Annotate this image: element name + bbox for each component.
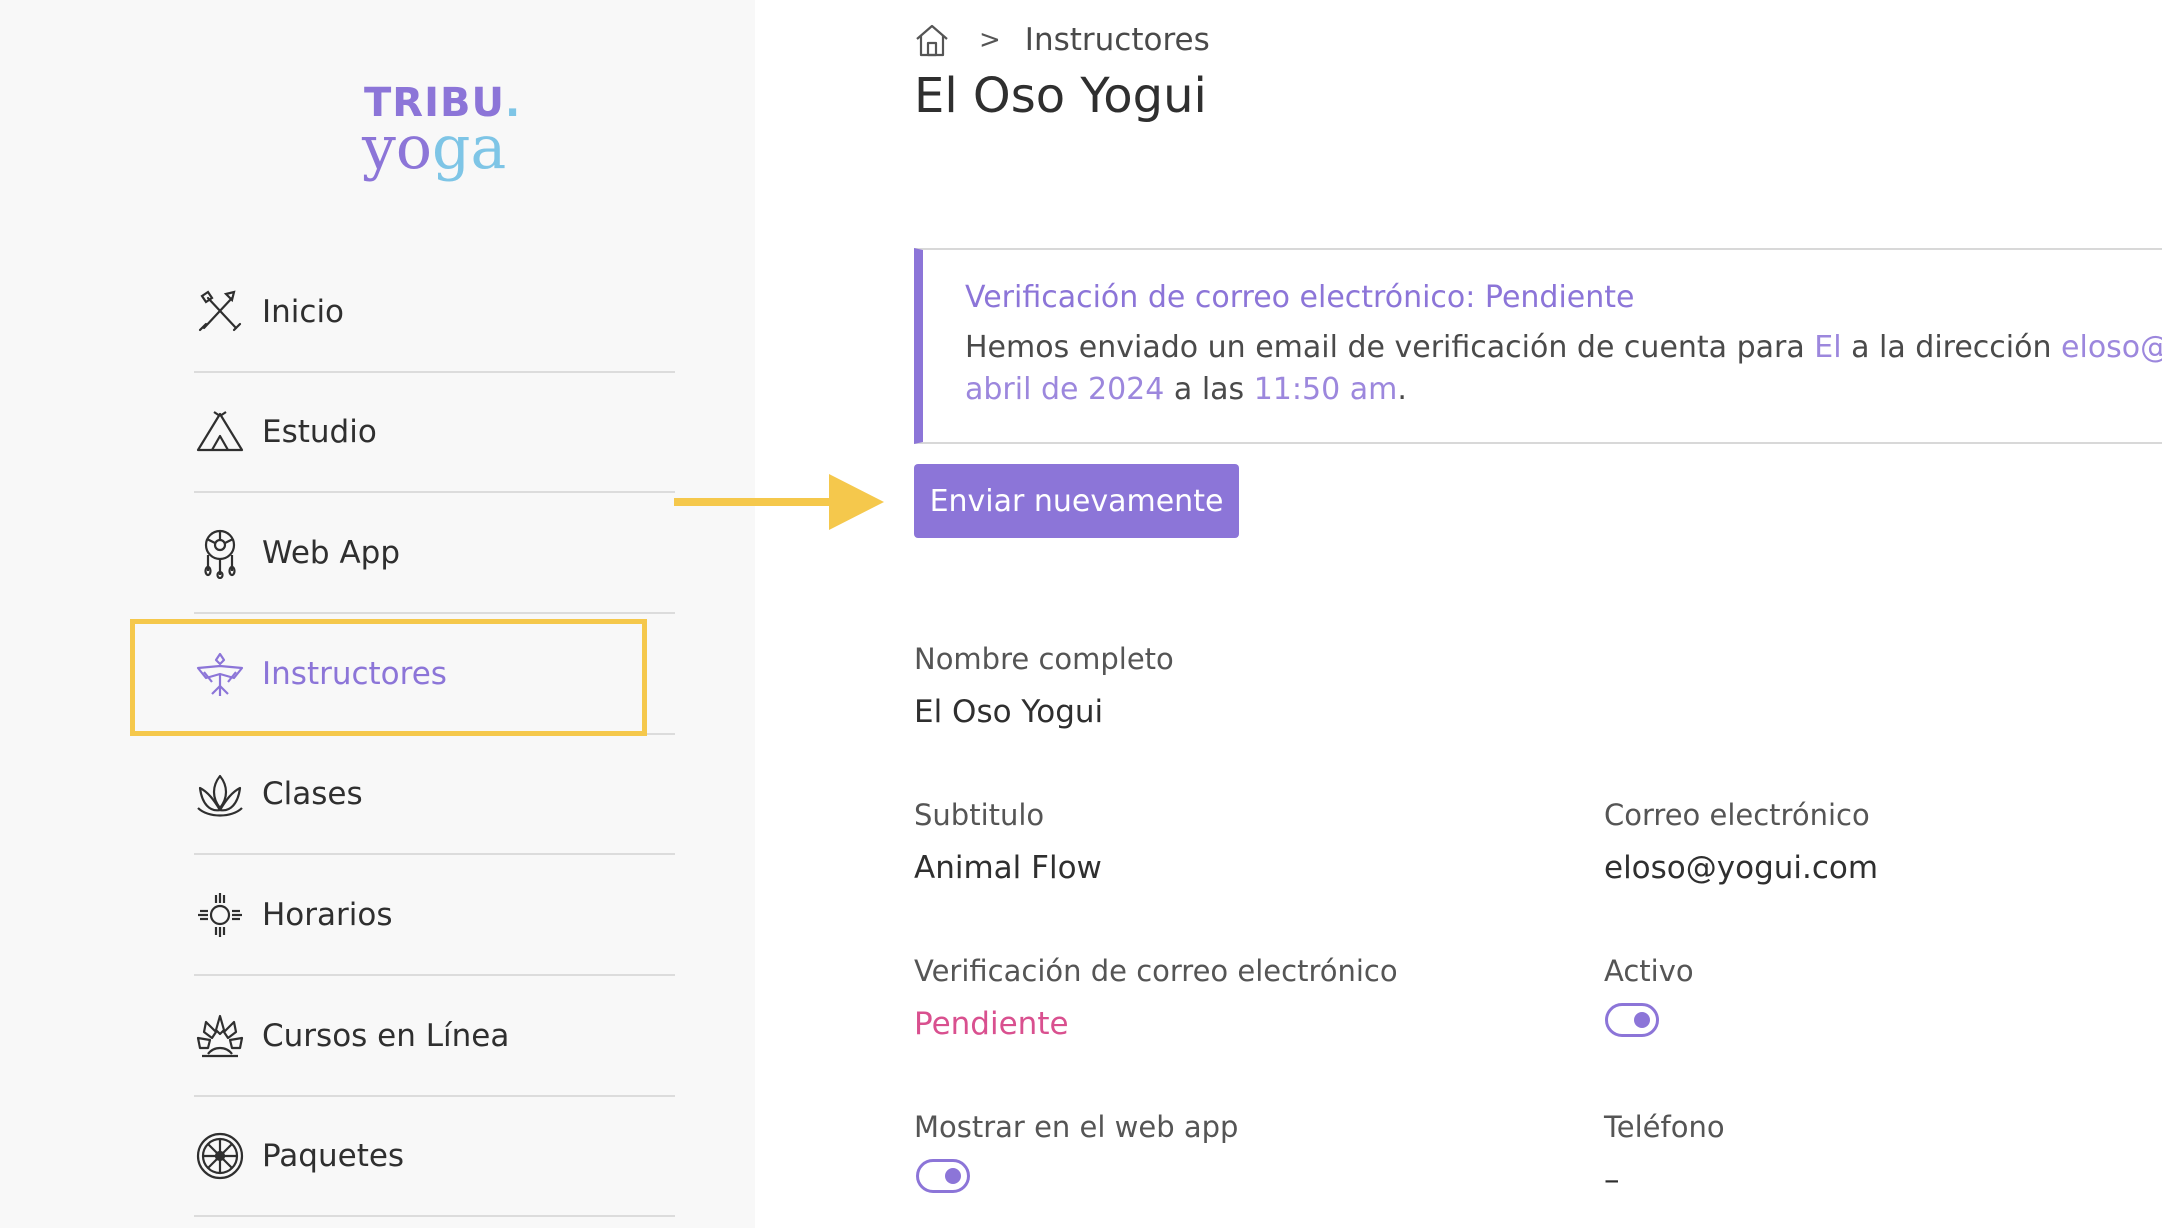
alert-text: . [1397,372,1407,407]
active-toggle[interactable] [1605,1003,1659,1037]
sidebar-item-label: Inicio [262,294,345,330]
verification-label: Verificación de correo electrónico [914,954,1398,988]
breadcrumb: > Instructores [913,20,1210,60]
alert-line-1: Hemos enviado un email de verificación d… [965,327,2162,369]
sidebar-item-inicio[interactable]: Inicio [194,253,675,373]
breadcrumb-current: Instructores [1024,22,1210,58]
tent-icon [194,406,246,458]
alert-name: El [1814,330,1842,365]
logo-ga: ga [432,113,507,183]
sidebar-item-label: Web App [262,535,401,571]
phone-label: Teléfono [1604,1110,1725,1144]
tribu-yoga-logo[interactable]: TRIBU. yoga [362,80,520,195]
toggle-knob [945,1168,961,1184]
sidebar-item-web-app[interactable]: Web App [194,494,675,614]
sidebar-item-label: Paquetes [262,1138,405,1174]
sidebar-item-estudio[interactable]: Estudio [194,373,675,493]
sidebar-item-label: Estudio [262,414,377,450]
breadcrumb-separator: > [979,25,1001,55]
toggle-knob [1634,1012,1650,1028]
sidebar-item-label: Clases [262,776,363,812]
subtitle-label: Subtitulo [914,798,1045,832]
alert-text: a las [1164,372,1254,407]
full-name-value: El Oso Yogui [914,694,1104,730]
show-webapp-label: Mostrar en el web app [914,1110,1239,1144]
sidebar-item-clases[interactable]: Clases [194,735,675,855]
logo-y: y [362,113,396,183]
alert-text: a la dirección [1841,330,2062,365]
tools-icon [194,286,246,338]
alert-title: Verificación de correo electrónico: Pend… [965,280,1635,315]
alert-date: abril de 2024 [965,372,1165,407]
arrow-annotation [674,474,884,530]
alert-time: 11:50 am [1253,372,1398,407]
verification-alert: Verificación de correo electrónico: Pend… [914,248,2162,444]
alert-body: Hemos enviado un email de verificación d… [965,327,2162,411]
headdress-icon [194,1010,246,1062]
sidebar-item-paquetes[interactable]: Paquetes [194,1097,675,1217]
dreamcatcher-icon [194,527,246,579]
sun-icon [194,889,246,941]
verification-status: Pendiente [914,1006,1069,1042]
phone-value: – [1604,1162,1620,1198]
active-label: Activo [1604,954,1694,988]
alert-email: eloso@yogui [2061,330,2162,365]
alert-text: Hemos enviado un email de verificación d… [965,330,1815,365]
logo-wordmark-bottom: yoga [362,118,506,178]
alert-line-2: abril de 2024 a las 11:50 am. [965,369,2162,411]
home-icon[interactable] [913,21,951,59]
sidebar-item-label: Horarios [262,897,393,933]
wheel-icon [194,1130,246,1182]
logo-dot: . [504,80,522,126]
sidebar-item-horarios[interactable]: Horarios [194,856,675,976]
email-label: Correo electrónico [1604,798,1870,832]
sidebar: TRIBU. yoga Inicio Estudio Web App Instr… [0,0,755,1228]
show-webapp-toggle[interactable] [916,1159,970,1193]
page-title: El Oso Yogui [914,68,1207,124]
highlight-box [130,619,647,736]
sidebar-item-label: Cursos en Línea [262,1018,510,1054]
sidebar-item-cursos-en-linea[interactable]: Cursos en Línea [194,977,675,1097]
lotus-icon [194,768,246,820]
resend-button[interactable]: Enviar nuevamente [914,464,1239,538]
email-value: eloso@yogui.com [1604,850,1879,886]
full-name-label: Nombre completo [914,642,1174,676]
subtitle-value: Animal Flow [914,850,1102,886]
logo-o: o [395,113,433,183]
